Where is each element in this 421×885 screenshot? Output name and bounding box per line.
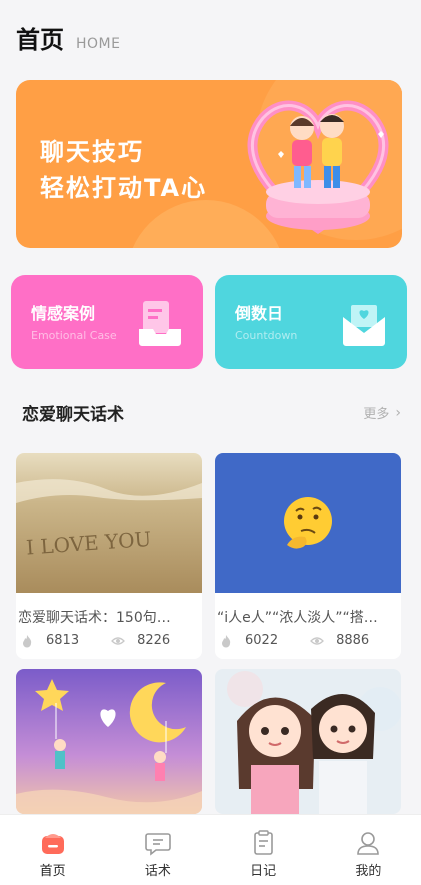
hero-banner[interactable]: 聊天技巧 轻松打动TA心 (16, 80, 402, 248)
more-link[interactable]: 更多 › (363, 403, 401, 423)
views-count: 8886 (336, 633, 370, 648)
cartoon-couple-image (215, 669, 401, 814)
card-title: 情感案例 (31, 304, 96, 323)
mail-heart-icon (343, 305, 385, 346)
moon-star-couple-image (16, 669, 202, 814)
article-card[interactable]: I LOVE YOU 恋爱聊天话术：150句… 6813 8226 (16, 453, 202, 659)
article-meta: 6022 8886 (215, 627, 401, 648)
page-header: 首页 HOME (16, 20, 120, 55)
chat-icon (145, 833, 171, 856)
tab-label: 话术 (144, 864, 171, 879)
tab-label: 我的 (355, 864, 382, 879)
more-label: 更多 (363, 407, 390, 422)
eye-icon (310, 636, 325, 645)
likes-count: 6813 (46, 633, 80, 648)
profile-icon (357, 832, 380, 855)
tab-profile[interactable]: 我的 (316, 815, 421, 885)
article-card[interactable] (16, 669, 202, 814)
tab-scripts[interactable]: 话术 (105, 815, 210, 885)
tab-label: 首页 (39, 864, 66, 879)
likes-count: 6022 (245, 633, 279, 648)
banner-headline: 聊天技巧 (40, 138, 144, 166)
eye-icon (111, 636, 126, 645)
card-subtitle: Emotional Case (31, 329, 117, 342)
thinking-emoji-image (215, 453, 401, 593)
sand-i-love-you-image: I LOVE YOU (16, 453, 202, 593)
flame-icon (23, 634, 32, 647)
countdown-card[interactable]: 倒数日 Countdown (215, 275, 407, 369)
section-title: 恋爱聊天话术 (22, 405, 124, 425)
article-card[interactable]: “i人e人”“浓人淡人”“搭… 6022 8886 (215, 453, 401, 659)
tab-label: 日记 (250, 864, 277, 879)
bottom-tab-bar: 首页 话术 日记 我的 (0, 814, 421, 885)
views-count: 8226 (137, 633, 171, 648)
page-title: 首页 (16, 26, 64, 54)
card-subtitle: Countdown (235, 329, 298, 342)
emotional-case-card[interactable]: 情感案例 Emotional Case (11, 275, 203, 369)
banner-tagline: 轻松打动TA心 (40, 174, 208, 202)
page-subtitle: HOME (76, 36, 121, 52)
article-title: “i人e人”“浓人淡人”“搭… (217, 610, 378, 626)
flame-icon (222, 634, 231, 647)
tab-diary[interactable]: 日记 (211, 815, 316, 885)
document-tray-icon (139, 301, 181, 346)
card-title: 倒数日 (235, 304, 284, 323)
chevron-right-icon: › (395, 404, 401, 421)
article-meta: 6813 8226 (16, 627, 202, 648)
tab-home[interactable]: 首页 (0, 815, 105, 885)
article-card[interactable] (215, 669, 401, 814)
article-title: 恋爱聊天话术：150句… (18, 610, 171, 626)
couple-heart-illustration (247, 100, 389, 235)
diary-icon (254, 830, 273, 855)
home-icon (41, 834, 64, 854)
